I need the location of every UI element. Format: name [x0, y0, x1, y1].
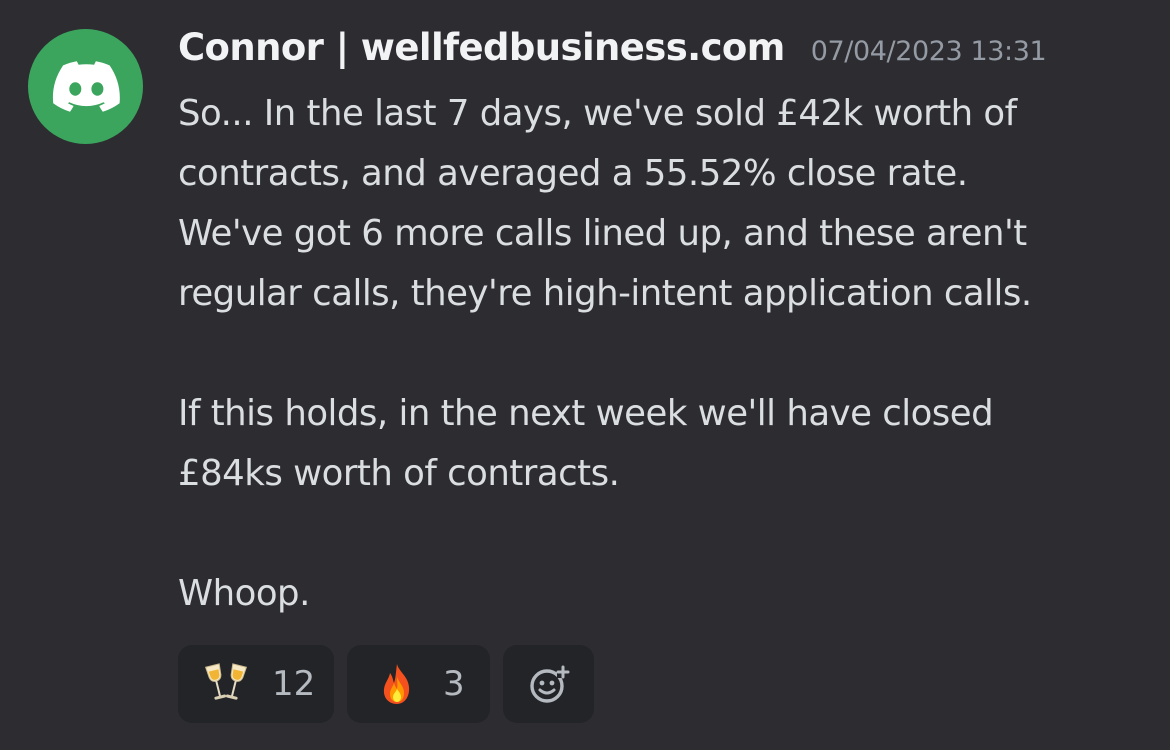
- reaction-clinking-glasses[interactable]: 12: [178, 645, 334, 723]
- add-reaction-icon: [529, 665, 569, 703]
- clinking-glasses-icon: [204, 663, 248, 700]
- author-name[interactable]: Connor | wellfedbusiness.com: [178, 26, 785, 69]
- message-header: Connor | wellfedbusiness.com 07/04/2023 …: [178, 26, 1047, 69]
- reaction-count: 3: [443, 664, 465, 704]
- fire-icon: [383, 664, 410, 704]
- discord-logo-icon: [52, 60, 120, 112]
- message-paragraph: Whoop.: [178, 564, 1158, 624]
- chat-message: Connor | wellfedbusiness.com 07/04/2023 …: [0, 0, 1170, 750]
- message-timestamp[interactable]: 07/04/2023 13:31: [811, 36, 1047, 67]
- user-avatar[interactable]: [28, 29, 143, 144]
- message-line: We've got 6 more calls lined up, and the…: [178, 213, 1027, 254]
- message-line: Whoop.: [178, 573, 310, 614]
- reactions-bar: 12 3: [178, 645, 594, 723]
- reaction-fire[interactable]: 3: [347, 645, 490, 723]
- message-line: So... In the last 7 days, we've sold £42…: [178, 93, 1017, 134]
- message-line: contracts, and averaged a 55.52% close r…: [178, 153, 968, 194]
- message-paragraph: If this holds, in the next week we'll ha…: [178, 384, 1158, 504]
- message-line: If this holds, in the next week we'll ha…: [178, 393, 994, 434]
- message-content: So... In the last 7 days, we've sold £42…: [178, 84, 1158, 624]
- message-line: £84ks worth of contracts.: [178, 453, 620, 494]
- reaction-count: 12: [272, 664, 316, 704]
- message-line: regular calls, they're high-intent appli…: [178, 273, 1032, 314]
- add-reaction-button[interactable]: [503, 645, 594, 723]
- message-paragraph: So... In the last 7 days, we've sold £42…: [178, 84, 1158, 324]
